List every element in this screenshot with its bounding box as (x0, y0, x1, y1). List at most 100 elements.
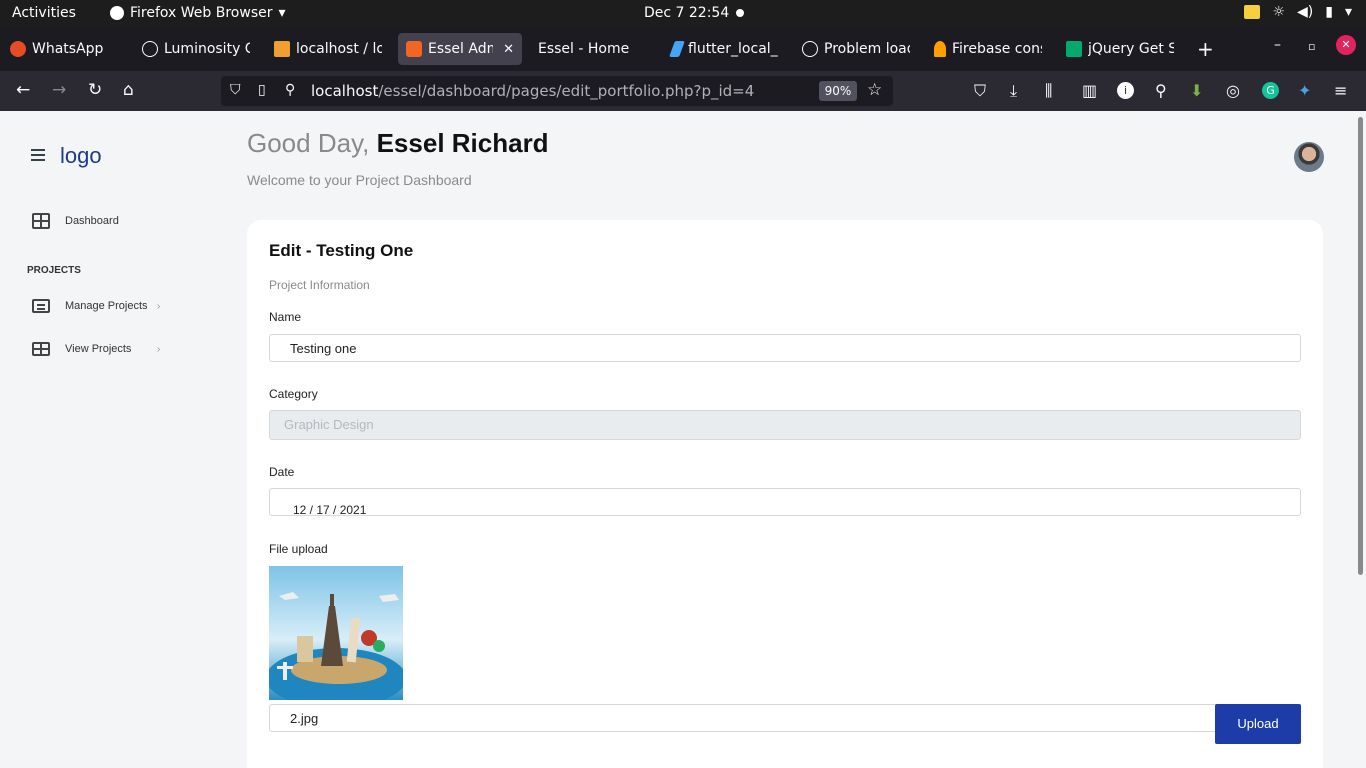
notification-dot (736, 9, 744, 17)
notes-icon[interactable] (1244, 5, 1261, 19)
hamburger-menu-icon[interactable] (31, 149, 45, 164)
tab-label: jQuery Get St (1088, 41, 1174, 57)
permissions-icon[interactable]: ⚲ (285, 82, 295, 98)
library-icon[interactable]: ⫼ (1045, 81, 1052, 101)
info-icon (802, 41, 818, 57)
edit-project-card: Edit - Testing One Project Information N… (247, 220, 1323, 768)
date-label: Date (269, 465, 295, 479)
shield-icon[interactable]: ⛉ (230, 82, 241, 98)
figure-extension-icon[interactable]: ⚲ (1155, 81, 1167, 100)
home-icon[interactable]: ⌂ (123, 80, 134, 100)
file-name-field[interactable]: 2.jpg (269, 704, 1219, 732)
tab-essel-admin[interactable]: Essel Admi ✕ (398, 33, 522, 65)
tab-label: WhatsApp (32, 41, 104, 57)
w3schools-icon (1066, 41, 1082, 57)
tab-label: Problem load (824, 41, 910, 57)
zoom-badge[interactable]: 90% (819, 81, 857, 101)
sidebar-section-heading: PROJECTS (27, 265, 81, 276)
tab-label: Essel - Home (538, 41, 630, 57)
battery-icon[interactable]: ▮ (1325, 4, 1333, 20)
pocket-icon[interactable]: ⛉ (974, 81, 986, 101)
upload-button[interactable]: Upload (1215, 704, 1301, 744)
url-text[interactable]: localhost/essel/dashboard/pages/edit_por… (311, 82, 754, 100)
tab-whatsapp[interactable]: WhatsApp (2, 33, 132, 65)
sidebar-item-label: Manage Projects (65, 300, 148, 312)
sidebar-item-view-projects[interactable]: View Projects › (32, 342, 160, 356)
info-icon (142, 41, 158, 57)
app-name: Firefox Web Browser (130, 5, 273, 21)
clock[interactable]: Dec 7 22:54 (644, 5, 729, 21)
avatar[interactable] (1294, 142, 1324, 172)
maximize-icon[interactable]: ▫ (1308, 40, 1315, 53)
welcome-text: Welcome to your Project Dashboard (247, 172, 472, 188)
menu-icon[interactable]: ≡ (1334, 81, 1347, 100)
tab-flutter[interactable]: flutter_local_ (664, 33, 788, 65)
sidebar-item-label: Dashboard (65, 215, 119, 227)
close-icon[interactable]: ✕ (503, 42, 514, 57)
dashboard-grid-icon (32, 213, 50, 229)
bookmark-star-icon[interactable]: ☆ (867, 80, 882, 100)
chevron-right-icon: › (157, 343, 161, 355)
nav-bar: ← → ↻ ⌂ ⛉ ▯ ⚲ localhost/essel/dashboard/… (0, 71, 1366, 111)
whatsapp-icon (10, 41, 26, 57)
scrollbar-thumb[interactable] (1358, 117, 1363, 575)
sidebar-item-manage-projects[interactable]: Manage Projects › (32, 299, 160, 313)
date-field[interactable]: 12 / 17 / 2021 (269, 488, 1301, 517)
volume-icon[interactable]: ◀) (1297, 4, 1313, 20)
chevron-down-icon[interactable]: ▾ (1345, 4, 1352, 20)
sidebar-item-dashboard[interactable]: Dashboard (32, 213, 119, 229)
page-content: logo Dashboard PROJECTS Manage Projects … (0, 111, 1356, 768)
vpn-extension-icon[interactable]: ✦ (1298, 81, 1311, 100)
firebase-icon (934, 41, 946, 57)
tab-label: flutter_local_ (688, 41, 778, 57)
reload-icon[interactable]: ↻ (88, 80, 102, 100)
phpmyadmin-icon (274, 41, 290, 57)
user-name: Essel Richard (376, 128, 549, 158)
system-tray[interactable]: ☼ ◀) ▮ ▾ (1244, 4, 1352, 20)
activities-button[interactable]: Activities (12, 5, 76, 21)
greeting-text: Good Day, (247, 128, 370, 158)
sync-extension-icon[interactable]: ◎ (1226, 81, 1240, 100)
tab-firebase[interactable]: Firebase cons (926, 33, 1050, 65)
xampp-icon (406, 41, 422, 57)
firefox-icon (110, 6, 124, 20)
tab-luminosity[interactable]: Luminosity C (134, 33, 258, 65)
tab-jquery[interactable]: jQuery Get St (1058, 33, 1182, 65)
list-icon (32, 299, 50, 313)
system-top-bar: Activities Firefox Web Browser ▾ Dec 7 2… (0, 0, 1366, 27)
name-label: Name (269, 310, 302, 324)
info-extension-icon[interactable]: i (1117, 82, 1134, 99)
back-icon[interactable]: ← (16, 80, 30, 100)
grammarly-icon[interactable]: G (1262, 82, 1279, 99)
forward-icon[interactable]: → (52, 80, 66, 100)
app-menu[interactable]: Firefox Web Browser ▾ (110, 5, 286, 21)
tab-label: Essel Admi (428, 41, 493, 57)
page-greeting: Good Day, Essel Richard (247, 128, 549, 159)
new-tab-button[interactable]: + (1197, 37, 1214, 61)
downloader-extension-icon[interactable]: ⬇ (1190, 81, 1203, 100)
chevron-right-icon: › (157, 300, 161, 312)
page-scrollbar[interactable] (1356, 111, 1366, 768)
tab-label: localhost / lo (296, 41, 382, 57)
url-bar[interactable]: ⛉ ▯ ⚲ localhost/essel/dashboard/pages/ed… (221, 76, 893, 106)
sidebar-toggle-icon[interactable]: ▥ (1082, 81, 1097, 100)
logo[interactable]: logo (60, 143, 102, 169)
download-icon[interactable]: ⤓ (1010, 81, 1017, 101)
flutter-icon (669, 41, 685, 57)
close-window-icon[interactable]: ✕ (1336, 35, 1356, 55)
brightness-icon[interactable]: ☼ (1272, 4, 1285, 20)
url-path: /essel/dashboard/pages/edit_portfolio.ph… (378, 82, 755, 100)
category-field: Graphic Design (269, 410, 1301, 440)
uploaded-image-preview (269, 566, 403, 700)
name-field[interactable]: Testing one (269, 334, 1301, 362)
tab-label: Firebase cons (952, 41, 1042, 57)
file-upload-label: File upload (269, 542, 328, 556)
page-icon[interactable]: ▯ (258, 82, 266, 98)
category-label: Category (269, 387, 318, 401)
tab-localhost[interactable]: localhost / lo (266, 33, 390, 65)
minimize-icon[interactable]: – (1274, 37, 1281, 53)
tab-label: Luminosity C (164, 41, 250, 57)
form-title: Edit - Testing One (269, 241, 414, 260)
tab-problem-loading[interactable]: Problem load (794, 33, 918, 65)
tab-essel-home[interactable]: Essel - Home (530, 33, 654, 65)
